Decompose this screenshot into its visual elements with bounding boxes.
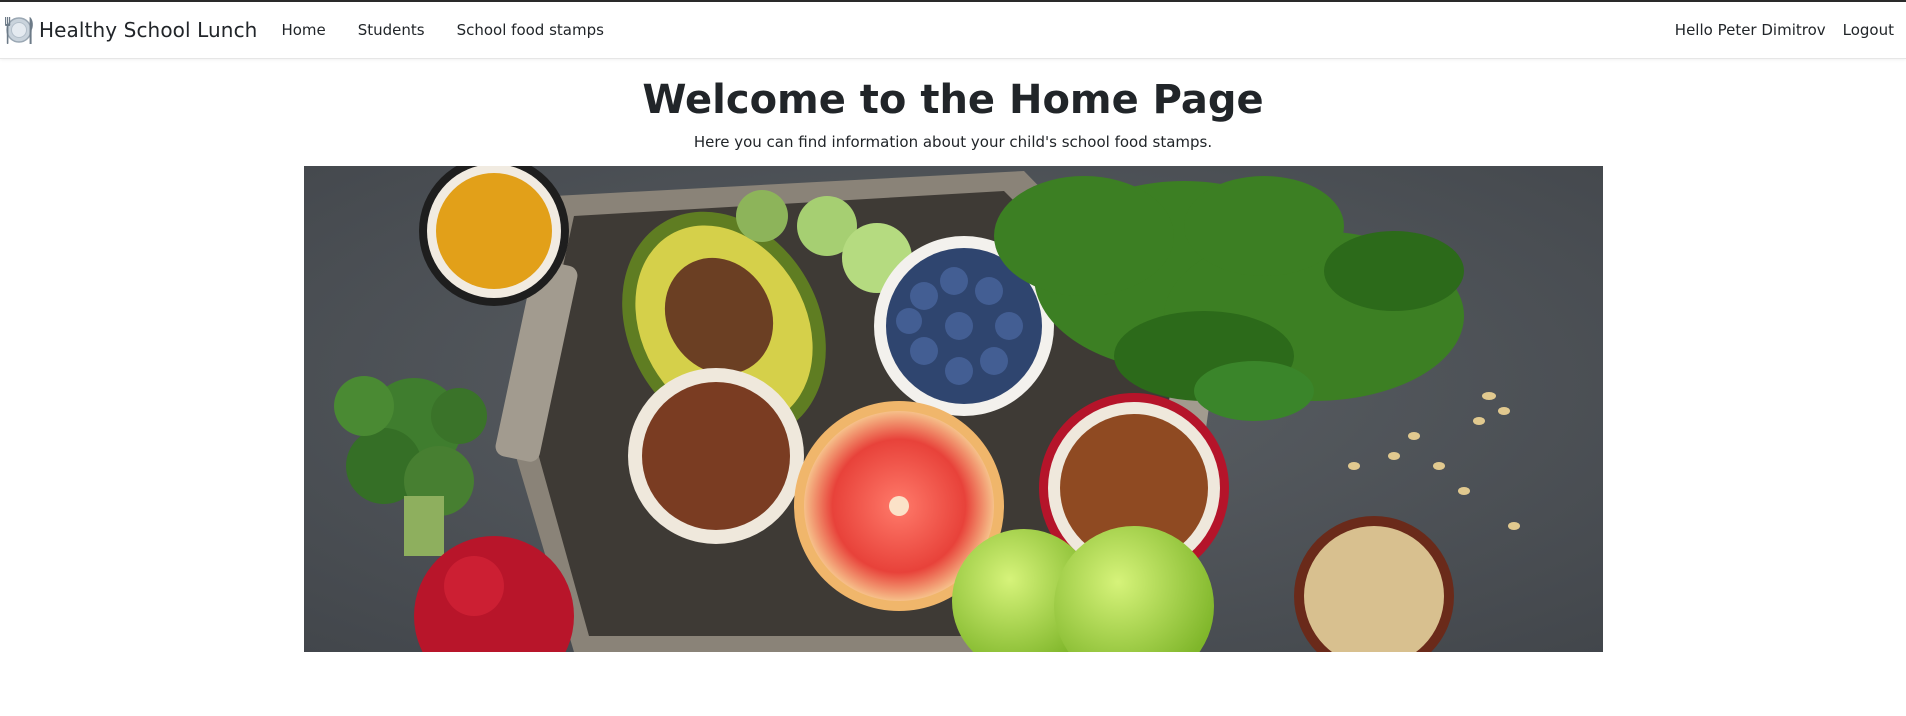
main-content: Welcome to the Home Page Here you can fi… — [0, 77, 1906, 652]
page-title: Welcome to the Home Page — [642, 77, 1264, 123]
brand[interactable]: Healthy School Lunch — [3, 2, 257, 58]
page-subtitle: Here you can find information about your… — [693, 133, 1213, 151]
brand-name: Healthy School Lunch — [39, 18, 258, 42]
user-greeting[interactable]: Hello Peter Dimitrov — [1675, 21, 1826, 39]
plate-fork-knife-icon — [3, 12, 35, 48]
nav-links: Home Students School food stamps — [281, 2, 636, 58]
user-area: Hello Peter Dimitrov Logout — [1675, 2, 1894, 58]
nav-school-food-stamps[interactable]: School food stamps — [457, 21, 604, 39]
nav-home[interactable]: Home — [281, 21, 325, 39]
healthy-food-hero-image — [303, 166, 1603, 652]
logout-link[interactable]: Logout — [1843, 21, 1894, 39]
nav-students[interactable]: Students — [358, 21, 425, 39]
navbar: Healthy School Lunch Home Students Schoo… — [0, 2, 1906, 59]
